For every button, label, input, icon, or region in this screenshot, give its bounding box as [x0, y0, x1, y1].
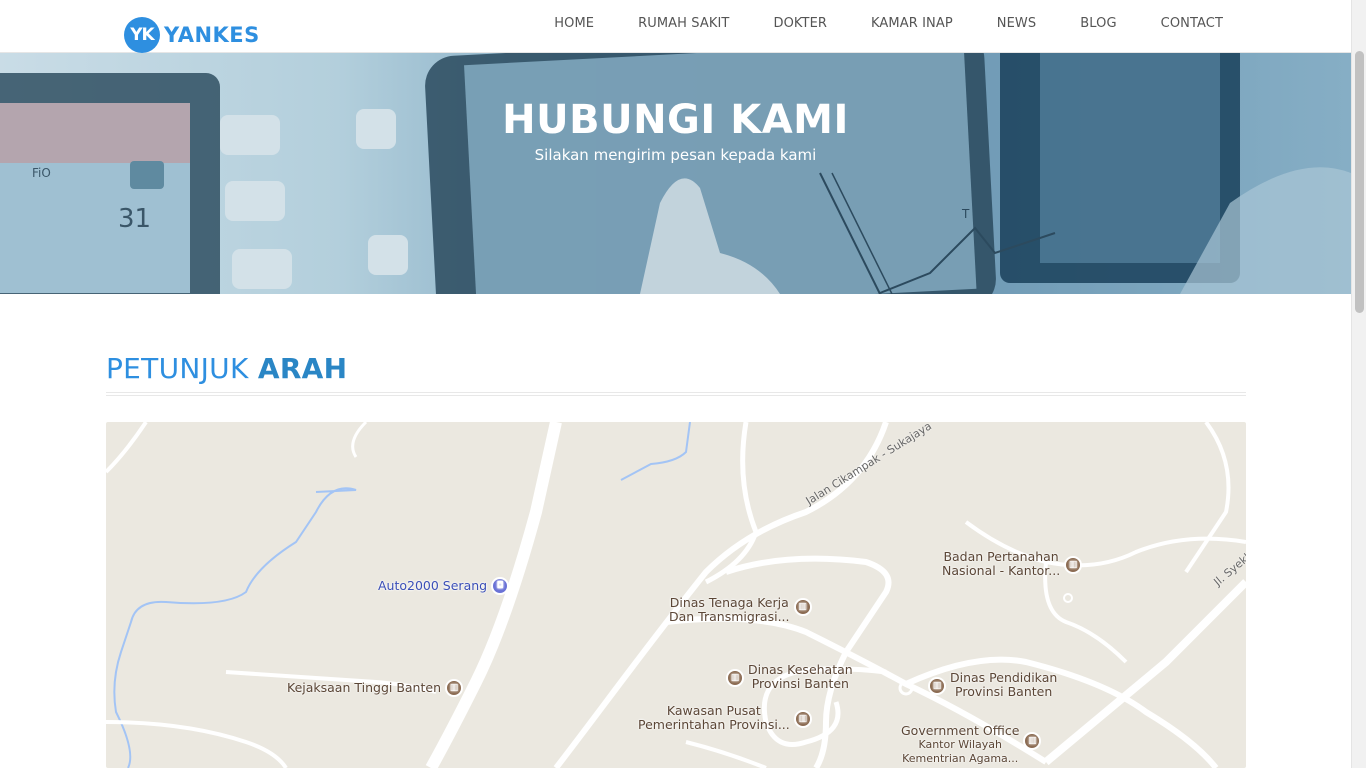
marker-label: Dinas Tenaga Kerja Dan Transmigrasi... [669, 596, 790, 624]
marker-label: Dinas Kesehatan Provinsi Banten [748, 663, 853, 691]
nav-news[interactable]: NEWS [975, 16, 1058, 31]
page-subtitle: Silakan mengirim pesan kepada kami [534, 146, 817, 164]
marker-label: Auto2000 Serang [378, 578, 488, 593]
hero-banner: FiO 31 T HUBUNGI KAMI Silakan mengirim p… [0, 53, 1351, 294]
marker-label-line: Dinas Pendidikan [950, 670, 1058, 685]
section-title-light: PETUNJUK [106, 352, 258, 385]
marker-label-line: Provinsi Banten [955, 684, 1053, 699]
map-embed[interactable]: Jalan Cikampak - Sukajaya Jl. Syekh Bada… [106, 422, 1246, 768]
government-building-icon: ▥ [928, 677, 946, 695]
section-divider [106, 392, 1246, 396]
marker-label-line: Kantor Wilayah [918, 738, 1002, 751]
shopping-bag-icon: ◘ [491, 577, 510, 595]
map-marker-badan-pertanahan[interactable]: Badan Pertanahan Nasional - Kantor... ▥ [942, 550, 1083, 578]
government-building-icon: ▥ [793, 598, 812, 616]
nav-blog[interactable]: BLOG [1058, 16, 1138, 31]
nav-kamar-inap[interactable]: KAMAR INAP [849, 16, 975, 31]
marker-label-line: Dan Transmigrasi... [669, 609, 790, 624]
map-marker-disnaker[interactable]: Dinas Tenaga Kerja Dan Transmigrasi... ▥ [669, 596, 812, 624]
marker-label: Government Office Kantor Wilayah Kementr… [901, 724, 1019, 766]
hero-background-illustration: FiO 31 T [0, 53, 1351, 294]
svg-text:31: 31 [118, 204, 151, 234]
marker-label-line: Dinas Kesehatan [748, 662, 853, 677]
marker-label: Kejaksaan Tinggi Banten [287, 680, 441, 695]
page-scrollbar[interactable] [1351, 0, 1366, 768]
marker-label: Kawasan Pusat Pemerintahan Provinsi... [638, 704, 790, 732]
main-menu: HOME RUMAH SAKIT DOKTER KAMAR INAP NEWS … [532, 0, 1245, 46]
nav-contact[interactable]: CONTACT [1139, 16, 1245, 31]
marker-label: Dinas Pendidikan Provinsi Banten [950, 671, 1057, 699]
government-building-icon: ▥ [793, 710, 812, 728]
marker-label-line: Nasional - Kantor... [942, 563, 1061, 578]
brand-logo[interactable]: YK YANKES [124, 17, 260, 53]
nav-rumah-sakit[interactable]: RUMAH SAKIT [616, 16, 751, 31]
map-marker-government-office[interactable]: Government Office Kantor Wilayah Kementr… [901, 724, 1042, 766]
page-title: HUBUNGI KAMI [502, 97, 849, 143]
marker-label-line: Dinas Tenaga Kerja [669, 595, 789, 610]
marker-label-line: Government Office [901, 723, 1020, 738]
government-building-icon: ▥ [445, 679, 463, 697]
navbar: YK YANKES HOME RUMAH SAKIT DOKTER KAMAR … [0, 0, 1351, 53]
map-marker-dindik[interactable]: ▥ Dinas Pendidikan Provinsi Banten [928, 671, 1057, 699]
marker-label: Badan Pertanahan Nasional - Kantor... [942, 550, 1060, 578]
marker-label-line: Pemerintahan Provinsi... [638, 717, 790, 732]
svg-text:FiO: FiO [32, 166, 51, 180]
government-building-icon: ▥ [1064, 556, 1083, 574]
section-title-bold: ARAH [257, 352, 348, 385]
section-title: PETUNJUK ARAH [106, 352, 347, 385]
nav-home[interactable]: HOME [532, 16, 616, 31]
map-marker-kejaksaan[interactable]: Kejaksaan Tinggi Banten ▥ [287, 679, 463, 697]
marker-label-line: Kementrian Agama... [902, 752, 1019, 765]
map-marker-auto2000[interactable]: Auto2000 Serang ◘ [378, 577, 510, 595]
government-building-icon: ▥ [726, 669, 744, 687]
marker-label-line: Kawasan Pusat [666, 703, 761, 718]
logo-mark: YK [124, 17, 160, 53]
logo-text: YANKES [164, 23, 260, 47]
marker-label-line: Provinsi Banten [751, 676, 849, 691]
government-building-icon: ▥ [1023, 732, 1042, 750]
map-marker-dinkes[interactable]: ▥ Dinas Kesehatan Provinsi Banten [726, 663, 853, 691]
nav-dokter[interactable]: DOKTER [751, 16, 849, 31]
marker-label-line: Badan Pertanahan [943, 549, 1059, 564]
scrollbar-thumb[interactable] [1355, 51, 1364, 313]
svg-text:T: T [961, 207, 970, 221]
map-marker-kp3b[interactable]: Kawasan Pusat Pemerintahan Provinsi... ▥ [638, 704, 812, 732]
